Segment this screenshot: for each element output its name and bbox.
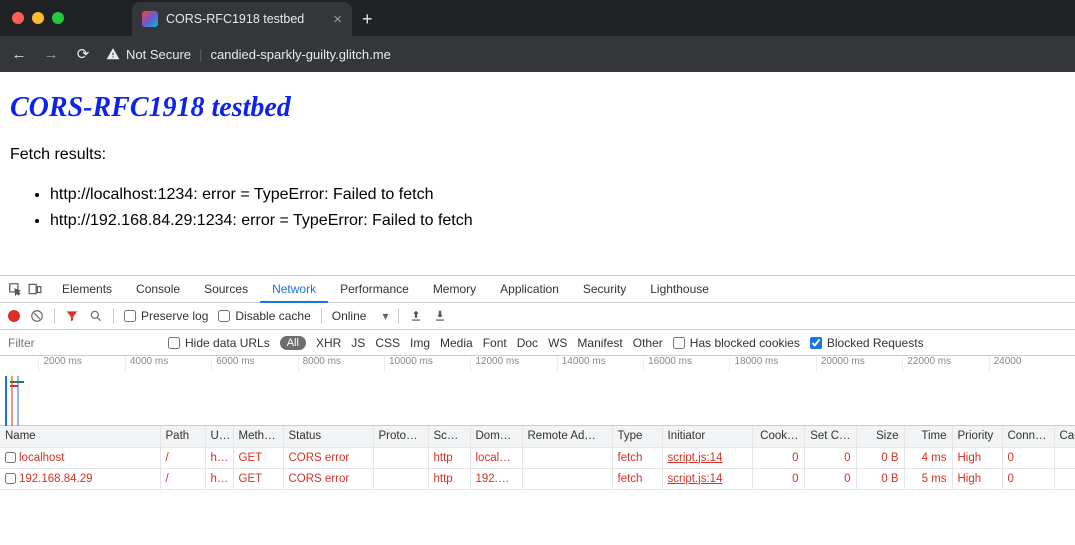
devtools-panel: Elements Console Sources Network Perform…: [0, 275, 1075, 545]
url-text: candied-sparkly-guilty.glitch.me: [210, 47, 390, 62]
filter-img[interactable]: Img: [410, 336, 430, 350]
warning-icon: [106, 47, 120, 61]
col-initiator[interactable]: Initiator: [662, 426, 752, 447]
filter-css[interactable]: CSS: [375, 336, 400, 350]
filter-other[interactable]: Other: [633, 336, 663, 350]
filter-xhr[interactable]: XHR: [316, 336, 341, 350]
network-timeline[interactable]: 2000 ms 4000 ms 6000 ms 8000 ms 10000 ms…: [0, 356, 1075, 426]
col-protocol[interactable]: Proto…: [373, 426, 428, 447]
col-scheme[interactable]: Sc…: [428, 426, 470, 447]
throttle-select[interactable]: Online: [332, 309, 367, 323]
tab-performance[interactable]: Performance: [328, 276, 421, 303]
filter-input[interactable]: [8, 336, 158, 350]
browser-tab[interactable]: CORS-RFC1918 testbed ×: [132, 2, 352, 36]
col-domain[interactable]: Dom…: [470, 426, 522, 447]
page-title: CORS-RFC1918 testbed: [10, 92, 1065, 124]
tab-network[interactable]: Network: [260, 276, 328, 303]
col-type[interactable]: Type: [612, 426, 662, 447]
col-setcookies[interactable]: Set C…: [804, 426, 856, 447]
col-status[interactable]: Status: [283, 426, 373, 447]
col-url[interactable]: U…: [205, 426, 233, 447]
results-list: http://localhost:1234: error = TypeError…: [50, 182, 1065, 235]
device-toggle-icon[interactable]: [28, 282, 42, 296]
clear-button[interactable]: [30, 309, 44, 323]
tab-security[interactable]: Security: [571, 276, 638, 303]
col-name[interactable]: Name: [0, 426, 160, 447]
filter-js[interactable]: JS: [351, 336, 365, 350]
tab-elements[interactable]: Elements: [50, 276, 124, 303]
filter-all[interactable]: All: [280, 336, 306, 350]
tab-application[interactable]: Application: [488, 276, 571, 303]
col-cache[interactable]: Cac…: [1054, 426, 1075, 447]
filter-media[interactable]: Media: [440, 336, 473, 350]
row-checkbox[interactable]: [5, 452, 16, 463]
new-tab-button[interactable]: +: [362, 9, 373, 30]
upload-icon[interactable]: [409, 309, 423, 323]
address-bar[interactable]: Not Secure | candied-sparkly-guilty.glit…: [106, 47, 1065, 62]
network-table: Name Path U… Meth… Status Proto… Sc… Dom…: [0, 426, 1075, 545]
filter-font[interactable]: Font: [483, 336, 507, 350]
favicon-icon: [142, 11, 158, 27]
network-filter-bar: Hide data URLs All XHR JS CSS Img Media …: [0, 330, 1075, 356]
tab-lighthouse[interactable]: Lighthouse: [638, 276, 721, 303]
row-checkbox[interactable]: [5, 473, 16, 484]
col-time[interactable]: Time: [904, 426, 952, 447]
record-button[interactable]: [8, 310, 20, 322]
window-maximize[interactable]: [52, 12, 64, 24]
tab-console[interactable]: Console: [124, 276, 192, 303]
has-blocked-cookies-checkbox[interactable]: Has blocked cookies: [673, 336, 800, 350]
forward-button[interactable]: →: [42, 46, 60, 63]
devtools-tabs: Elements Console Sources Network Perform…: [0, 276, 1075, 303]
tab-close-icon[interactable]: ×: [333, 11, 342, 28]
window-close[interactable]: [12, 12, 24, 24]
table-row[interactable]: localhost/h…GETCORS errorhttplocal…fetch…: [0, 447, 1075, 468]
col-cookies[interactable]: Cook…: [752, 426, 804, 447]
table-header-row: Name Path U… Meth… Status Proto… Sc… Dom…: [0, 426, 1075, 447]
initiator-link[interactable]: script.js:14: [668, 473, 723, 485]
col-method[interactable]: Meth…: [233, 426, 283, 447]
page-subtitle: Fetch results:: [10, 146, 1065, 164]
tab-sources[interactable]: Sources: [192, 276, 260, 303]
chevron-down-icon[interactable]: ▾: [382, 309, 388, 323]
download-icon[interactable]: [433, 309, 447, 323]
page-content: CORS-RFC1918 testbed Fetch results: http…: [0, 72, 1075, 275]
network-toolbar: Preserve log Disable cache Online ▾: [0, 303, 1075, 330]
col-priority[interactable]: Priority: [952, 426, 1002, 447]
list-item: http://localhost:1234: error = TypeError…: [50, 182, 1065, 208]
filter-doc[interactable]: Doc: [517, 336, 538, 350]
window-minimize[interactable]: [32, 12, 44, 24]
col-path[interactable]: Path: [160, 426, 205, 447]
search-icon[interactable]: [89, 309, 103, 323]
preserve-log-checkbox[interactable]: Preserve log: [124, 309, 208, 323]
inspect-icon[interactable]: [8, 282, 22, 296]
security-label: Not Secure: [126, 47, 191, 62]
window-controls: CORS-RFC1918 testbed × +: [0, 0, 1075, 36]
list-item: http://192.168.84.29:1234: error = TypeE…: [50, 208, 1065, 234]
reload-button[interactable]: ⟳: [74, 45, 92, 63]
table-row[interactable]: 192.168.84.29/h…GETCORS errorhttp192.…fe…: [0, 468, 1075, 489]
blocked-requests-checkbox[interactable]: Blocked Requests: [810, 336, 924, 350]
col-size[interactable]: Size: [856, 426, 904, 447]
tab-memory[interactable]: Memory: [421, 276, 488, 303]
col-connection[interactable]: Conn…: [1002, 426, 1054, 447]
tab-title: CORS-RFC1918 testbed: [166, 12, 304, 26]
col-remote[interactable]: Remote Ad…: [522, 426, 612, 447]
filter-ws[interactable]: WS: [548, 336, 567, 350]
hide-data-urls-checkbox[interactable]: Hide data URLs: [168, 336, 270, 350]
disable-cache-checkbox[interactable]: Disable cache: [218, 309, 310, 323]
timeline-overview-icon: [4, 376, 34, 426]
initiator-link[interactable]: script.js:14: [668, 452, 723, 464]
back-button[interactable]: ←: [10, 46, 28, 63]
filter-icon[interactable]: [65, 309, 79, 323]
browser-toolbar: ← → ⟳ Not Secure | candied-sparkly-guilt…: [0, 36, 1075, 72]
filter-manifest[interactable]: Manifest: [577, 336, 622, 350]
